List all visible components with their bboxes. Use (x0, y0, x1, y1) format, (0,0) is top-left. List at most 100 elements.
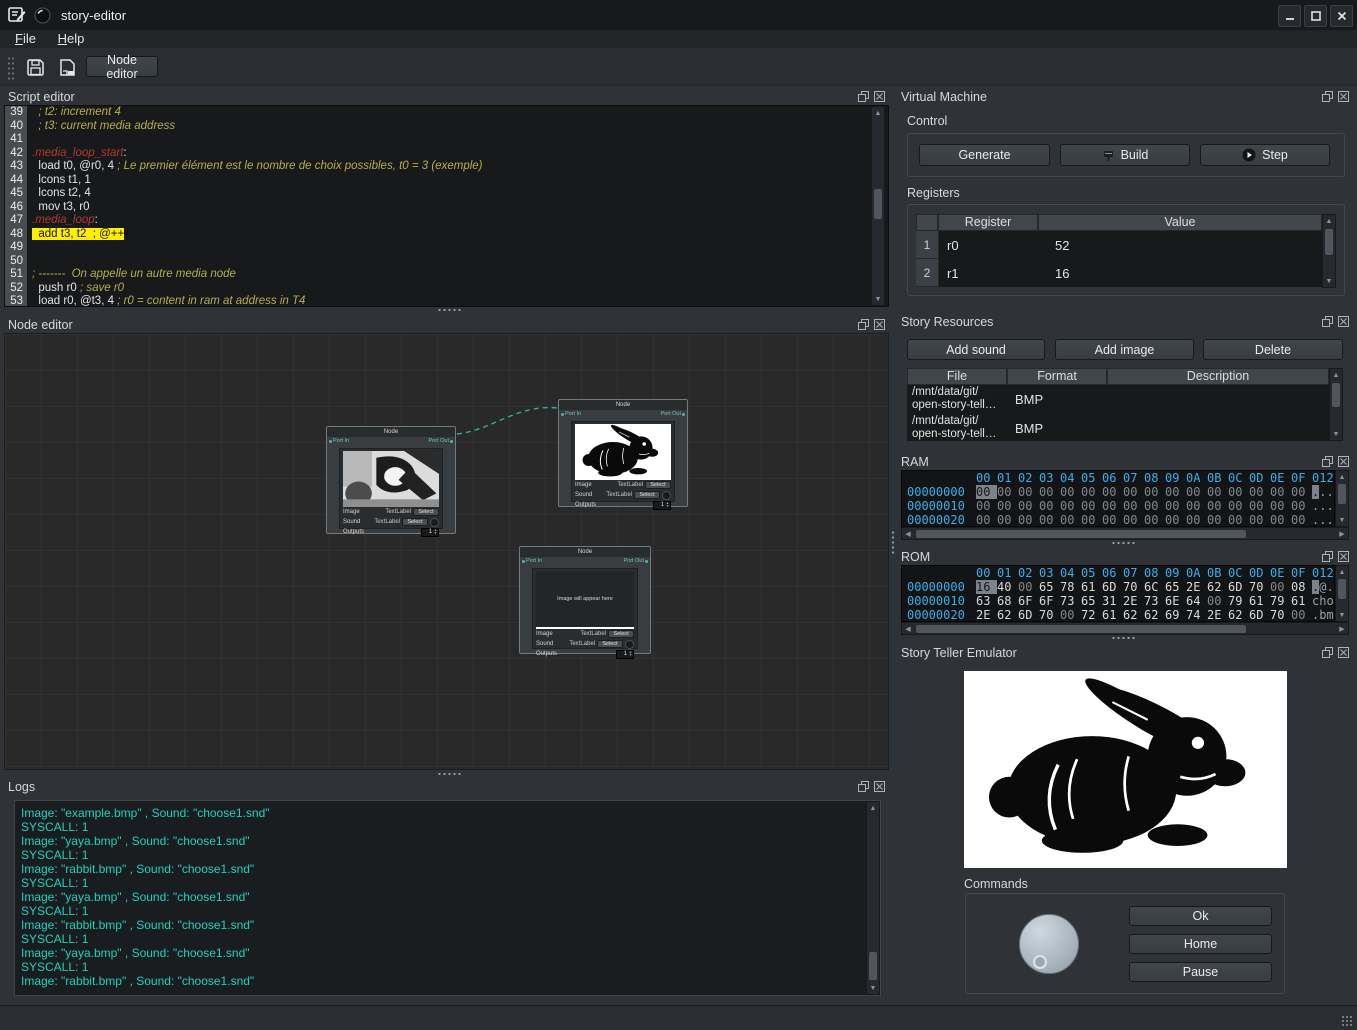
float-panel-icon[interactable] (858, 781, 869, 792)
ram-hex-view[interactable]: 000102030405060708090A0B0C0D0E0F01234567… (901, 470, 1335, 527)
port-out[interactable]: Port Out (661, 411, 685, 417)
select-sound-button[interactable]: Select (634, 491, 660, 499)
float-panel-icon[interactable] (858, 91, 869, 102)
splitter-handle[interactable] (437, 308, 463, 312)
registers-table[interactable]: Register Value 1r0522r116 (916, 214, 1322, 288)
generate-button[interactable]: Generate (919, 144, 1050, 166)
close-panel-icon[interactable] (1338, 647, 1349, 658)
register-row[interactable]: 1r052 (916, 231, 1322, 259)
node-canvas[interactable]: Node Port In Port Out ImageTe (4, 333, 889, 770)
add-image-button[interactable]: Add image (1055, 339, 1194, 360)
format-column-header[interactable]: Format (1007, 368, 1107, 385)
resources-table[interactable]: File Format Description /mnt/data/git/ o… (907, 368, 1329, 441)
minimize-button[interactable] (1278, 5, 1301, 27)
float-panel-icon[interactable] (1322, 91, 1333, 102)
media-node-3[interactable]: Node Port In Port Out Image will appear … (519, 546, 651, 654)
select-image-button[interactable]: Select (413, 508, 439, 516)
port-dot[interactable] (329, 440, 332, 443)
ram-hscrollbar[interactable]: ◀ ▶ (901, 527, 1349, 540)
resource-row[interactable]: /mnt/data/git/ open-story-tell…BMP (907, 385, 1329, 414)
outputs-spinbox[interactable]: 1▲▼ (653, 501, 671, 510)
float-panel-icon[interactable] (858, 319, 869, 330)
register-row[interactable]: 2r116 (916, 259, 1322, 287)
port-in[interactable]: Port In (522, 558, 542, 564)
close-panel-icon[interactable] (1338, 316, 1349, 327)
media-node-1[interactable]: Node Port In Port Out ImageTe (326, 426, 456, 534)
ram-vscrollbar[interactable]: ▲ ▼ (1335, 470, 1349, 527)
hex-row[interactable]: 0000000000000000000000000000000000000000… (907, 485, 1334, 499)
add-sound-button[interactable]: Add sound (907, 339, 1045, 360)
port-in[interactable]: Port In (329, 438, 349, 444)
close-button[interactable] (1330, 5, 1353, 27)
register-column-header[interactable]: Register (938, 214, 1038, 231)
splitter-handle[interactable] (437, 772, 463, 776)
outputs-spinbox[interactable]: 1▲▼ (616, 650, 634, 659)
hex-row[interactable]: 000000202E626D70007261626269742E626D7000… (907, 608, 1334, 622)
close-panel-icon[interactable] (1338, 456, 1349, 467)
ok-button[interactable]: Ok (1129, 906, 1272, 926)
new-file-button[interactable] (54, 55, 80, 79)
resize-grip[interactable] (1341, 1015, 1353, 1027)
select-sound-button[interactable]: Select (597, 640, 623, 648)
port-out[interactable]: Port Out (624, 558, 648, 564)
select-image-button[interactable]: Select (608, 630, 634, 638)
rom-vscrollbar[interactable]: ▲ ▼ (1335, 565, 1349, 622)
step-button[interactable]: Step (1200, 144, 1330, 166)
port-out[interactable]: Port Out (429, 438, 453, 444)
close-panel-icon[interactable] (1338, 91, 1349, 102)
hex-row[interactable]: 0000001000000000000000000000000000000000… (907, 499, 1334, 513)
value-column-header[interactable]: Value (1038, 214, 1322, 231)
splitter-handle[interactable] (1111, 636, 1137, 640)
menu-file[interactable]: File (6, 30, 45, 47)
toolbar-drag-handle[interactable] (7, 56, 15, 80)
close-panel-icon[interactable] (874, 319, 885, 330)
menu-help[interactable]: Help (49, 30, 94, 47)
port-dot[interactable] (645, 560, 648, 563)
port-dot[interactable] (450, 440, 453, 443)
port-dot[interactable] (682, 413, 685, 416)
port-dot[interactable] (561, 413, 564, 416)
home-button[interactable]: Home (1129, 934, 1272, 954)
logs-output[interactable]: Image: "example.bmp" , Sound: "choose1.s… (14, 800, 881, 996)
wheel-knob[interactable] (1019, 914, 1079, 974)
column-splitter-handle[interactable] (891, 530, 895, 556)
delete-resource-button[interactable]: Delete (1203, 339, 1343, 360)
rom-hscrollbar[interactable]: ◀ ▶ (901, 622, 1349, 635)
script-editor[interactable]: 39 ; t2: increment 440 ; t3: current med… (4, 105, 889, 307)
script-editor-vscrollbar[interactable]: ▲ ▼ (871, 106, 885, 306)
select-image-button[interactable]: Select (645, 481, 671, 489)
float-panel-icon[interactable] (1322, 647, 1333, 658)
splitter-handle[interactable] (1111, 541, 1137, 545)
save-button[interactable] (22, 55, 48, 79)
close-panel-icon[interactable] (1338, 551, 1349, 562)
build-button[interactable]: Build (1060, 144, 1190, 166)
play-sound-button[interactable] (625, 640, 634, 649)
titlebar[interactable]: story-editor (0, 0, 1357, 30)
image-label: Image (343, 509, 360, 515)
port-dot[interactable] (522, 560, 525, 563)
rom-hex-view[interactable]: 000102030405060708090A0B0C0D0E0F01234567… (901, 565, 1335, 622)
hex-row[interactable]: 0000002000000000000000000000000000000000… (907, 513, 1334, 527)
close-panel-icon[interactable] (874, 91, 885, 102)
port-in[interactable]: Port In (561, 411, 581, 417)
resource-row[interactable]: /mnt/data/git/ open-story-tell…BMP (907, 414, 1329, 441)
resources-vscrollbar[interactable]: ▲ ▼ (1329, 368, 1343, 441)
play-sound-button[interactable] (430, 518, 439, 527)
float-panel-icon[interactable] (1322, 551, 1333, 562)
close-panel-icon[interactable] (874, 781, 885, 792)
outputs-spinbox[interactable]: 1▲▼ (421, 528, 439, 537)
float-panel-icon[interactable] (1322, 316, 1333, 327)
file-column-header[interactable]: File (907, 368, 1007, 385)
node-editor-toolbar-button[interactable]: Node editor (86, 56, 158, 77)
logs-vscrollbar[interactable]: ▲ ▼ (866, 801, 880, 995)
float-panel-icon[interactable] (1322, 456, 1333, 467)
maximize-button[interactable] (1304, 5, 1327, 27)
pause-button[interactable]: Pause (1129, 962, 1272, 982)
hex-row[interactable]: 0000001063686F6F7365312E736E640079617961… (907, 594, 1334, 608)
play-sound-button[interactable] (662, 491, 671, 500)
media-node-2[interactable]: Node Port In Port Out ImageTextLabelSele… (558, 399, 688, 507)
hex-row[interactable]: 000000001640006578616D706C652E626D700008… (907, 580, 1334, 594)
select-sound-button[interactable]: Select (402, 518, 428, 526)
registers-vscrollbar[interactable]: ▲ ▼ (1322, 214, 1336, 288)
description-column-header[interactable]: Description (1107, 368, 1329, 385)
